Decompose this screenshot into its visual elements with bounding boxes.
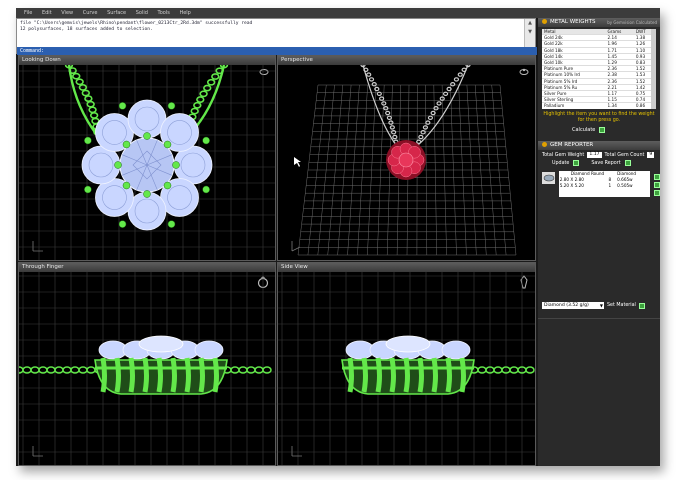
viewport-title[interactable]: Side View bbox=[278, 263, 535, 272]
save-report-button[interactable] bbox=[624, 160, 631, 166]
table-row[interactable]: Palladium 1.34 0.86 bbox=[542, 102, 656, 109]
command-prompt-label: Command: bbox=[20, 48, 45, 54]
viewport-title[interactable]: Through Finger bbox=[19, 263, 275, 272]
metal-weights-table[interactable]: Metal Grams DWT Gold 24k 2.14 1.38 Gold 22k… bbox=[542, 29, 656, 109]
gem-reporter: GEM REPORTER Total Gem Weight 1.17 Total… bbox=[538, 141, 660, 200]
save-report-label: Save Report bbox=[591, 160, 621, 166]
totals-row: Total Gem Weight 1.17 Total Gem Count 9 bbox=[542, 152, 656, 158]
pendant-top-render bbox=[19, 65, 275, 260]
gem-count: 1 bbox=[608, 183, 612, 188]
gem-actions-row: Update Save Report bbox=[552, 160, 656, 166]
panel-dot-icon bbox=[542, 142, 547, 147]
menu-bar: File Edit View Curve Surface Solid Tools… bbox=[16, 8, 660, 18]
command-prompt[interactable]: Command: bbox=[17, 47, 537, 55]
total-weight-value: 1.17 bbox=[587, 152, 602, 158]
set-material-label: Set Material bbox=[607, 303, 636, 308]
viewport-title[interactable]: Looking Down bbox=[19, 56, 275, 65]
calculate-row: Calculate bbox=[572, 127, 660, 133]
gem-reporter-title: GEM REPORTER bbox=[550, 142, 594, 148]
update-label: Update bbox=[552, 160, 570, 166]
gem-list-controls bbox=[654, 174, 660, 196]
total-count-value: 9 bbox=[647, 152, 655, 158]
viewport-perspective[interactable]: Perspective bbox=[277, 55, 536, 261]
calculate-button[interactable] bbox=[599, 127, 606, 133]
viewport-looking-down[interactable]: Looking Down bbox=[18, 55, 276, 261]
menu-help[interactable]: Help bbox=[179, 10, 190, 16]
gem-list-up-button[interactable] bbox=[654, 174, 660, 180]
gem-size: 5.20 X 5.20 bbox=[559, 183, 584, 188]
table-scrollbar[interactable] bbox=[651, 29, 656, 109]
gem-list[interactable]: Diamond Round Diamond 2.80 X 2.80 8 0.66… bbox=[558, 171, 650, 197]
gem-reporter-header: GEM REPORTER bbox=[538, 141, 660, 150]
gem-list-mid-button[interactable] bbox=[654, 182, 660, 188]
menu-solid[interactable]: Solid bbox=[136, 10, 148, 16]
command-area: file "C:\Users\gemvis\jewels\Rhino\penda… bbox=[16, 18, 537, 55]
menu-view[interactable]: View bbox=[61, 10, 73, 16]
menu-surface[interactable]: Surface bbox=[107, 10, 126, 16]
table-cell: 1.34 bbox=[605, 102, 634, 109]
gem-list-down-button[interactable] bbox=[654, 190, 660, 196]
menu-curve[interactable]: Curve bbox=[83, 10, 98, 16]
mouse-cursor-icon bbox=[294, 157, 301, 167]
menu-edit[interactable]: Edit bbox=[42, 10, 52, 16]
total-weight-label: Total Gem Weight bbox=[542, 152, 585, 158]
menu-tools[interactable]: Tools bbox=[158, 10, 170, 16]
gem-weight: 0.505w bbox=[617, 183, 633, 188]
viewport-side-view[interactable]: Side View bbox=[277, 262, 536, 466]
history-scrollbar[interactable]: ▲ ▼ bbox=[524, 19, 535, 47]
metal-weights-header: METAL WEIGHTS by Gemvision Calculated bbox=[538, 18, 660, 27]
total-count-label: Total Gem Count bbox=[604, 152, 645, 158]
chevron-down-icon: ▼ bbox=[599, 303, 603, 308]
command-history: file "C:\Users\gemvis\jewels\Rhino\penda… bbox=[17, 19, 525, 47]
menu-file[interactable]: File bbox=[24, 10, 32, 16]
pendant-front-render bbox=[19, 272, 275, 465]
rhino-window: File Edit View Curve Surface Solid Tools… bbox=[16, 8, 660, 466]
set-material-row: Diamond (3.52 g/g) ▼ Set Material bbox=[542, 302, 645, 309]
update-button[interactable] bbox=[573, 160, 580, 166]
scroll-down-icon[interactable]: ▼ bbox=[525, 28, 535, 37]
calculate-label: Calculate bbox=[572, 127, 596, 133]
pendant-side-render bbox=[278, 272, 535, 465]
set-material-button[interactable] bbox=[638, 302, 645, 309]
metal-weights-title: METAL WEIGHTS bbox=[550, 19, 596, 25]
instruction-text: Highlight the item you want to find the … bbox=[543, 112, 655, 123]
viewport-title[interactable]: Perspective bbox=[278, 56, 535, 65]
gem-round-icon bbox=[542, 172, 555, 184]
panel-dot-icon bbox=[542, 19, 547, 24]
material-select-value: Diamond (3.52 g/g) bbox=[544, 303, 589, 308]
material-select[interactable]: Diamond (3.52 g/g) ▼ bbox=[542, 302, 604, 309]
table-cell: Palladium bbox=[542, 102, 606, 109]
pendant-perspective-render bbox=[291, 65, 517, 256]
plugin-panel: METAL WEIGHTS by Gemvision Calculated Me… bbox=[538, 18, 660, 466]
viewport-through-finger[interactable]: Through Finger bbox=[18, 262, 276, 466]
history-line: 12 polysurfaces, 18 surfaces added to se… bbox=[20, 27, 153, 32]
panel-empty-area bbox=[538, 318, 660, 466]
ruby-cluster bbox=[386, 140, 426, 180]
scroll-up-icon[interactable]: ▲ bbox=[525, 19, 535, 28]
table-row[interactable]: 5.20 X 5.20 1 0.505w bbox=[559, 183, 650, 189]
metal-weights-subtitle: by Gemvision Calculated bbox=[607, 20, 657, 25]
